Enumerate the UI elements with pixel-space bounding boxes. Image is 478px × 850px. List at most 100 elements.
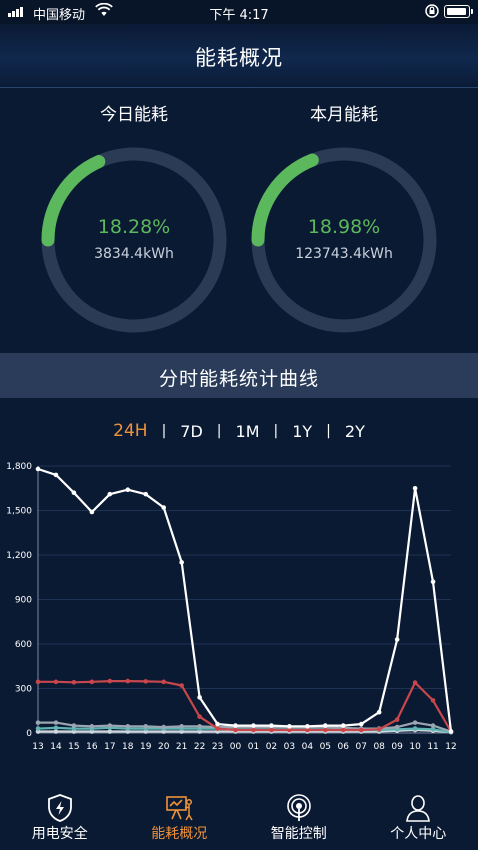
today-energy-gauge: 18.28% 3834.4kWh <box>34 140 234 340</box>
section-header: 分时能耗统计曲线 <box>0 353 478 398</box>
section-title: 分时能耗统计曲线 <box>158 368 319 390</box>
data-point <box>233 723 238 728</box>
x-tick-label: 02 <box>266 742 277 752</box>
data-point <box>35 679 41 685</box>
tab-electric-safety[interactable]: 用电安全 <box>0 785 120 850</box>
tab-personal-center[interactable]: 个人中心 <box>359 785 478 850</box>
data-point <box>53 472 59 478</box>
data-point <box>179 724 184 729</box>
data-point <box>161 505 166 510</box>
data-point <box>358 727 364 733</box>
data-point <box>394 637 400 642</box>
data-point <box>197 695 202 700</box>
tab-24h[interactable]: 24H <box>113 421 147 441</box>
bottom-tab-bar: 用电安全 能耗概况 智能控制 个人中心 <box>0 785 478 850</box>
tab-label: 能耗概况 <box>151 826 208 842</box>
data-point <box>125 487 131 493</box>
x-tick-label: 12 <box>445 742 456 752</box>
data-point <box>197 724 202 729</box>
tab-separator: | <box>326 423 331 439</box>
data-point <box>143 724 149 729</box>
data-point <box>376 709 382 715</box>
data-point <box>107 723 113 728</box>
status-bar: 中国移动 下午 4:17 <box>0 0 478 24</box>
data-point <box>53 679 59 685</box>
data-point <box>71 723 77 728</box>
x-tick-label: 22 <box>194 742 205 752</box>
x-tick-label: 21 <box>176 742 187 752</box>
data-point <box>412 485 418 491</box>
rotation-lock-icon <box>424 3 440 23</box>
x-tick-label: 06 <box>338 742 350 752</box>
today-energy-label: 今日能耗 <box>100 105 168 125</box>
data-point <box>287 724 292 729</box>
data-point <box>323 723 328 728</box>
x-tick-label: 15 <box>68 742 79 752</box>
data-point <box>412 726 418 731</box>
shield-lightning-icon <box>47 794 72 822</box>
today-percent: 18.28% <box>97 216 171 238</box>
x-tick-label: 01 <box>248 742 259 752</box>
tab-label: 用电安全 <box>31 826 88 842</box>
data-point <box>269 723 274 728</box>
tab-2y[interactable]: 2Y <box>345 422 365 441</box>
x-tick-label: 04 <box>302 742 314 752</box>
x-tick-label: 08 <box>373 742 385 752</box>
data-point <box>53 720 59 725</box>
tab-smart-control[interactable]: 智能控制 <box>239 785 359 850</box>
y-tick-label: 1,800 <box>6 462 32 472</box>
x-tick-label: 17 <box>104 742 115 752</box>
data-point <box>412 720 418 725</box>
today-energy-value: 3834.4kWh <box>94 246 174 262</box>
tab-label: 个人中心 <box>390 826 447 842</box>
data-point <box>394 717 400 722</box>
data-point <box>179 560 184 565</box>
y-tick-label: 900 <box>15 596 32 606</box>
month-percent: 18.98% <box>307 216 381 238</box>
x-tick-label: 09 <box>391 742 403 752</box>
tab-1y[interactable]: 1Y <box>292 422 312 441</box>
presentation-chart-icon <box>166 796 193 821</box>
user-icon <box>406 795 431 822</box>
x-tick-label: 03 <box>284 742 295 752</box>
data-point <box>125 724 131 729</box>
data-point <box>89 509 95 515</box>
data-point <box>71 679 77 685</box>
x-tick-label: 20 <box>158 742 170 752</box>
data-point <box>412 680 418 685</box>
data-point <box>340 723 346 728</box>
data-point <box>143 679 149 684</box>
tab-separator: | <box>273 423 279 439</box>
data-point <box>107 491 113 497</box>
x-tick-label: 07 <box>355 742 366 752</box>
x-tick-label: 14 <box>50 742 62 752</box>
data-point <box>125 678 131 684</box>
data-point <box>215 721 220 727</box>
tab-1m[interactable]: 1M <box>236 422 260 441</box>
data-point <box>430 723 436 728</box>
data-point <box>251 723 256 728</box>
data-point <box>35 720 41 725</box>
month-energy-label: 本月能耗 <box>310 105 378 125</box>
x-tick-label: 16 <box>86 742 98 752</box>
x-tick-label: 23 <box>212 742 223 752</box>
x-tick-label: 18 <box>122 742 134 752</box>
chart-canvas: 03006009001,2001,5001,80013 14 15 16 17 18 19 2… <box>6 462 456 752</box>
tab-separator: | <box>216 423 222 439</box>
data-point <box>376 726 382 732</box>
data-point <box>448 729 454 734</box>
x-tick-label: 13 <box>32 742 43 752</box>
data-point <box>143 491 149 497</box>
data-point <box>161 724 166 730</box>
data-point <box>269 727 274 733</box>
battery-icon <box>444 5 473 18</box>
tab-label: 智能控制 <box>270 826 327 842</box>
data-point <box>430 579 436 584</box>
tab-energy-overview[interactable]: 能耗概况 <box>120 785 240 850</box>
tab-7d[interactable]: 7D <box>180 422 203 441</box>
data-point <box>233 727 238 733</box>
data-point <box>394 724 400 730</box>
x-tick-label: 19 <box>140 742 152 752</box>
status-time: 下午 4:17 <box>209 8 269 23</box>
page-title: 能耗概况 <box>195 46 283 70</box>
